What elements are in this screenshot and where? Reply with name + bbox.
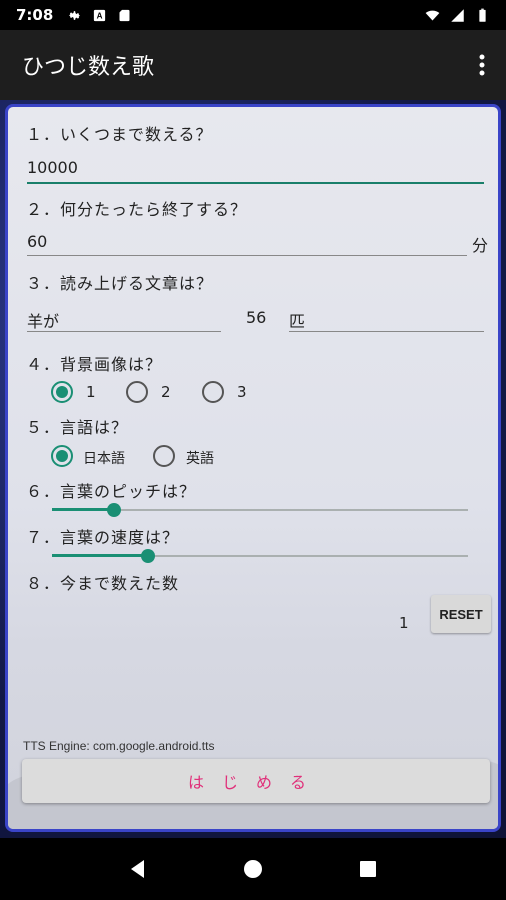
question-count-limit: １．いくつまで数える？ (26, 125, 213, 144)
background-radio-2[interactable] (126, 381, 148, 403)
a-badge-icon: A (94, 9, 106, 21)
recents-icon[interactable] (358, 859, 378, 879)
count-limit-underline (27, 182, 484, 184)
status-bar: 7:08 A (0, 0, 506, 30)
more-vert-icon[interactable] (458, 41, 506, 89)
language-radio-japanese[interactable] (51, 445, 73, 467)
gear-icon (69, 10, 81, 20)
question-phrase: ３．読み上げる文章は？ (26, 274, 214, 293)
question-background: ４．背景画像は？ (26, 355, 163, 374)
minutes-input[interactable]: 60 (27, 232, 47, 251)
background-option-3-label: 3 (237, 383, 247, 401)
pitch-slider-thumb[interactable] (107, 503, 122, 517)
home-icon[interactable] (243, 859, 263, 879)
minutes-underline (27, 255, 467, 256)
wifi-icon (425, 10, 440, 20)
language-japanese-label: 日本語 (83, 451, 125, 467)
count-limit-input[interactable]: 10000 (27, 158, 78, 177)
phrase-underline (27, 331, 221, 332)
question-minutes: ２．何分たったら終了する？ (26, 200, 248, 219)
language-radio-english[interactable] (153, 445, 175, 467)
reset-button[interactable]: RESET (431, 595, 491, 633)
question-language: ５．言語は？ (26, 418, 129, 437)
battery-icon (479, 8, 486, 22)
minutes-unit-label: 分 (472, 236, 489, 255)
nav-bar (0, 838, 506, 900)
svg-text:A: A (97, 11, 103, 20)
tts-engine-label: TTS Engine: com.google.android.tts (23, 739, 215, 753)
app-title: ひつじ数え歌 (22, 55, 155, 80)
question-counted: ８．今まで数えた数 (26, 574, 180, 593)
phrase-number-label: 56 (246, 308, 267, 327)
app-bar: ひつじ数え歌 (0, 30, 506, 100)
question-pitch: ６．言葉のピッチは？ (26, 482, 197, 501)
background-radio-1[interactable] (51, 381, 73, 403)
signal-icon (451, 8, 464, 22)
counted-value: 1 (399, 614, 409, 632)
start-button[interactable]: はじめる (22, 759, 490, 803)
background-option-2-label: 2 (161, 383, 171, 401)
sd-card-icon (119, 9, 130, 21)
phrase-suffix-input[interactable]: 匹 (289, 308, 305, 332)
settings-card: １．いくつまで数える？ 10000 ２．何分たったら終了する？ 60 分 ３．読… (5, 104, 501, 832)
status-time: 7:08 (16, 6, 54, 24)
back-icon[interactable] (128, 859, 148, 879)
question-speed: ７．言葉の速度は？ (26, 528, 180, 547)
background-radio-3[interactable] (202, 381, 224, 403)
speed-slider-fill (52, 554, 148, 557)
phrase-suffix-underline (289, 331, 484, 332)
phrase-input[interactable]: 羊が (27, 308, 59, 332)
speed-slider-thumb[interactable] (140, 549, 155, 563)
pitch-slider-fill (52, 508, 115, 511)
background-option-1-label: 1 (86, 383, 96, 401)
language-english-label: 英語 (186, 451, 214, 467)
